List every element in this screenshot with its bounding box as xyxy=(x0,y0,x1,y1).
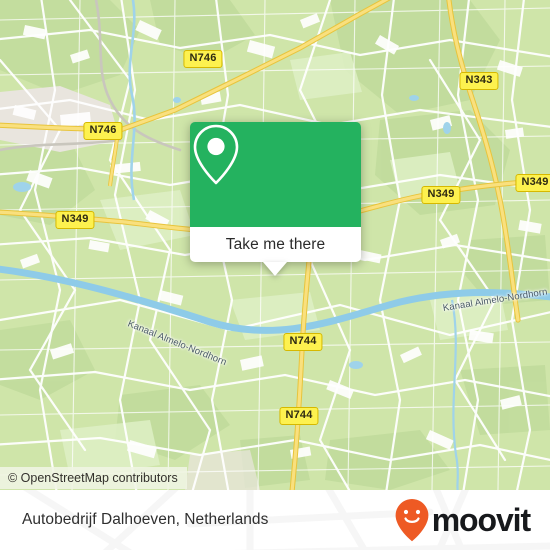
osm-attribution[interactable]: © OpenStreetMap contributors xyxy=(0,467,187,489)
location-marker-card[interactable]: Take me there xyxy=(190,122,361,262)
road-shield-n349-right: N349 xyxy=(421,186,461,204)
road-shield-n744-top: N744 xyxy=(283,333,323,351)
road-shield-n746-left: N746 xyxy=(83,122,123,140)
marker-card-header xyxy=(190,122,361,227)
map-canvas[interactable]: N746 N746 N343 N349 N349 N349 N744 N744 … xyxy=(0,0,550,490)
footer-bar: Autobedrijf Dalhoeven, Netherlands moovi… xyxy=(0,490,550,550)
road-shield-n746-top: N746 xyxy=(183,50,223,68)
map-pin-icon xyxy=(193,124,239,185)
road-shield-n744-bottom: N744 xyxy=(279,407,319,425)
moovit-wordmark: moovit xyxy=(431,502,531,538)
road-shield-n349-left: N349 xyxy=(55,211,95,229)
road-shield-n349-far-right: N349 xyxy=(515,174,550,192)
moovit-logo[interactable]: moovit xyxy=(394,490,531,550)
moovit-pin-icon xyxy=(395,499,429,542)
marker-callout-tail xyxy=(263,262,287,276)
map-screenshot: N746 N746 N343 N349 N349 N349 N744 N744 … xyxy=(0,0,550,550)
place-title: Autobedrijf Dalhoeven, Netherlands xyxy=(22,511,269,528)
take-me-there-label: Take me there xyxy=(225,235,326,253)
road-shield-n343: N343 xyxy=(459,72,499,90)
marker-card-action[interactable]: Take me there xyxy=(190,227,361,262)
